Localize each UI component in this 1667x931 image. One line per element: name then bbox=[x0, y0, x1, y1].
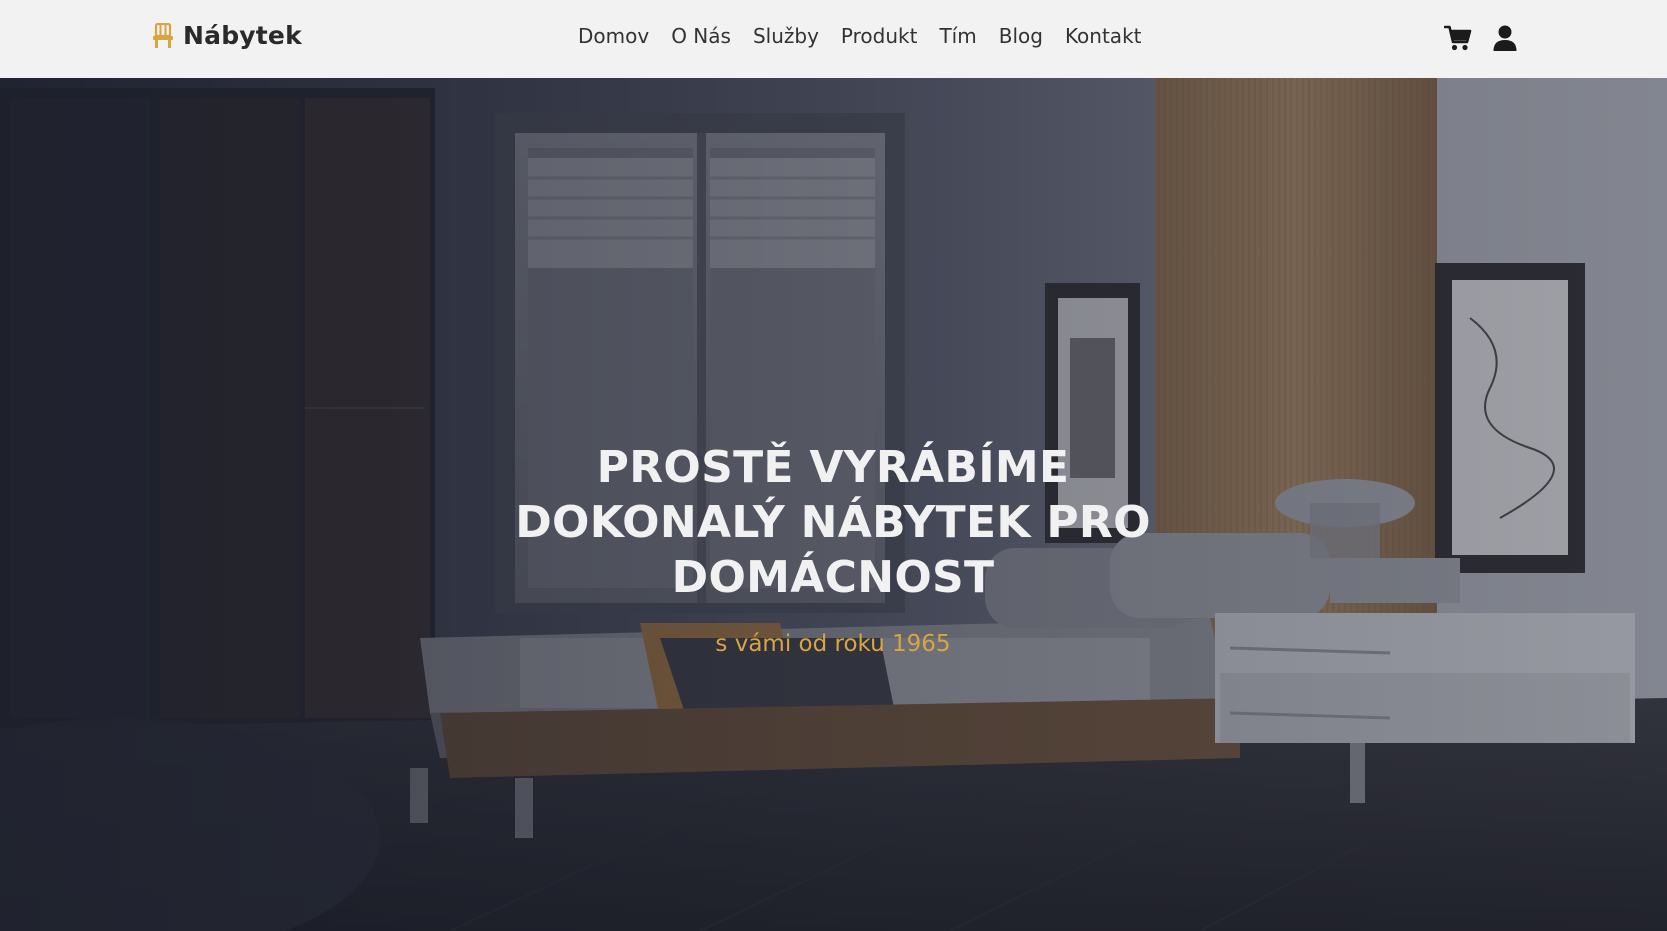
nav-link-tim[interactable]: Tím bbox=[939, 24, 976, 48]
nav-actions bbox=[1444, 24, 1519, 52]
nav-link-domov[interactable]: Domov bbox=[578, 24, 649, 48]
navbar: Nábytek Domov O Nás Služby Produkt Tím B… bbox=[0, 0, 1667, 78]
nav-link-blog[interactable]: Blog bbox=[999, 24, 1043, 48]
nav-link-kontakt[interactable]: Kontakt bbox=[1065, 24, 1142, 48]
chair-icon bbox=[153, 22, 173, 48]
hero-section: PROSTĚ VYRÁBÍME DOKONALÝ NÁBYTEK PRO DOM… bbox=[0, 78, 1667, 931]
nav-item-kontakt: Kontakt bbox=[1065, 24, 1142, 48]
brand-logo[interactable]: Nábytek bbox=[152, 21, 302, 50]
nav-item-sluzby: Služby bbox=[753, 24, 819, 48]
brand-name: Nábytek bbox=[183, 21, 302, 50]
nav-link-produkt[interactable]: Produkt bbox=[841, 24, 918, 48]
nav-item-tim: Tím bbox=[939, 24, 976, 48]
nav-item-o-nas: O Nás bbox=[671, 24, 731, 48]
main-nav: Domov O Nás Služby Produkt Tím Blog Kont… bbox=[578, 24, 1142, 48]
nav-item-produkt: Produkt bbox=[841, 24, 918, 48]
hero-subtitle: s vámi od roku 1965 bbox=[715, 631, 951, 657]
cart-icon[interactable] bbox=[1444, 24, 1472, 52]
nav-item-domov: Domov bbox=[578, 24, 649, 48]
hero-content: PROSTĚ VYRÁBÍME DOKONALÝ NÁBYTEK PRO DOM… bbox=[483, 440, 1183, 657]
nav-link-sluzby[interactable]: Služby bbox=[753, 24, 819, 48]
nav-item-blog: Blog bbox=[999, 24, 1043, 48]
hero-title: PROSTĚ VYRÁBÍME DOKONALÝ NÁBYTEK PRO DOM… bbox=[515, 442, 1151, 603]
nav-link-o-nas[interactable]: O Nás bbox=[671, 24, 731, 48]
user-icon[interactable] bbox=[1491, 24, 1519, 52]
